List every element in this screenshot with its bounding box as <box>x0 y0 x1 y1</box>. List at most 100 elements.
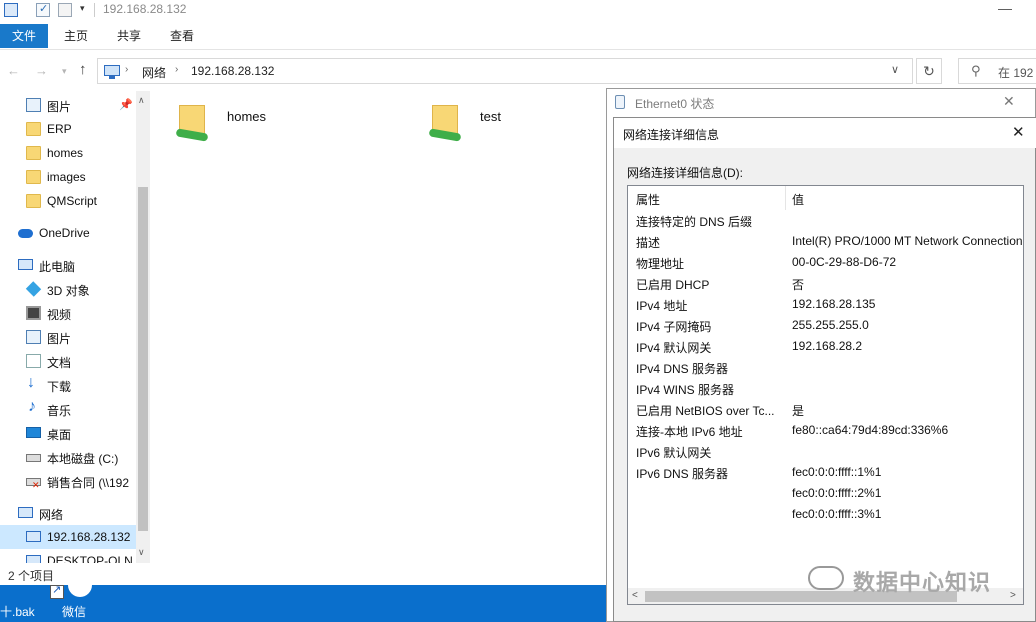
share-name: test <box>480 109 501 124</box>
sidebar-item-label: 桌面 <box>47 428 72 442</box>
onedrive-icon <box>18 229 33 238</box>
shared-folder-icon <box>428 101 462 145</box>
refresh-button[interactable]: ↻ <box>916 58 942 84</box>
chevron-left-icon[interactable]: < <box>632 590 638 601</box>
chevron-down-icon[interactable]: ∨ <box>138 547 145 558</box>
pin-icon[interactable]: 📌 <box>119 98 133 111</box>
desktop-icon-bak-label[interactable]: 十.bak <box>0 603 35 620</box>
music-icon <box>26 398 41 416</box>
sidebar-item-onedrive[interactable]: OneDrive <box>0 221 137 245</box>
list-row[interactable]: IPv4 地址 192.168.28.135 <box>628 294 1023 315</box>
column-header-property[interactable]: 属性 <box>636 191 660 208</box>
list-row[interactable]: 已启用 NetBIOS over Tc... 是 <box>628 399 1023 420</box>
sidebar-item-images[interactable]: images <box>0 165 137 189</box>
computer-icon <box>26 531 41 542</box>
sidebar-item-local-disk[interactable]: 本地磁盘 (C:) <box>0 445 137 469</box>
back-arrow-icon[interactable]: ← <box>7 63 20 78</box>
recent-locations-icon[interactable]: ▾ <box>62 66 67 77</box>
details-list-label: 网络连接详细信息(D): <box>627 166 743 180</box>
property-name: 已启用 NetBIOS over Tc... <box>636 404 775 418</box>
address-bar[interactable]: › 网络 › 192.168.28.132 ∨ <box>97 58 913 84</box>
property-name: IPv4 地址 <box>636 299 688 313</box>
sidebar-item-network[interactable]: 网络 <box>0 501 137 525</box>
sidebar-item-music[interactable]: 音乐 <box>0 397 137 421</box>
share-folder-test[interactable]: test <box>428 101 558 149</box>
sidebar-item-pictures[interactable]: 图片 <box>0 325 137 349</box>
properties-icon[interactable] <box>36 2 50 17</box>
breadcrumb-host[interactable]: 192.168.28.132 <box>191 64 274 78</box>
ribbon-tabs: 文件 主页 共享 查看 <box>0 22 1036 50</box>
scrollbar-thumb[interactable] <box>138 187 148 531</box>
new-folder-icon[interactable] <box>58 3 72 17</box>
sidebar-item-label: 192.168.28.132 <box>47 530 131 544</box>
list-row[interactable]: IPv4 DNS 服务器 <box>628 357 1023 378</box>
sidebar-item-label: 视频 <box>47 308 72 322</box>
property-name: 连接特定的 DNS 后缀 <box>636 215 753 229</box>
sidebar-item-downloads[interactable]: 下载 <box>0 373 137 397</box>
chevron-right-icon[interactable]: › <box>125 64 128 75</box>
list-row[interactable]: 描述 Intel(R) PRO/1000 MT Network Connectio… <box>628 231 1023 252</box>
sidebar-scrollbar[interactable]: ∧ ∨ <box>136 91 150 563</box>
sidebar-item-this-pc[interactable]: 此电脑 <box>0 253 137 277</box>
sidebar-item-label: ERP <box>47 122 72 136</box>
wechat-icon[interactable] <box>68 583 92 597</box>
sidebar-item-erp[interactable]: ERP <box>0 117 137 141</box>
sidebar-item-qmscript[interactable]: QMScript <box>0 189 137 213</box>
list-row[interactable]: IPv4 默认网关 192.168.28.2 <box>628 336 1023 357</box>
tab-home[interactable]: 主页 <box>64 24 88 48</box>
share-folder-homes[interactable]: homes <box>175 101 305 149</box>
computer-icon[interactable] <box>4 3 18 17</box>
wechat-logo-icon <box>808 566 844 590</box>
sidebar-item-videos[interactable]: 视频 <box>0 301 137 325</box>
list-header: 属性 值 <box>628 186 1023 210</box>
close-icon[interactable]: ✕ <box>1003 93 1015 110</box>
list-row[interactable]: IPv6 DNS 服务器 fec0:0:0:ffff::1%1 <box>628 462 1023 483</box>
this-pc-icon <box>18 259 33 270</box>
sidebar-item-documents[interactable]: 文档 <box>0 349 137 373</box>
chevron-up-icon[interactable]: ∧ <box>138 95 145 106</box>
sidebar-item-desktop[interactable]: 桌面 <box>0 421 137 445</box>
list-row[interactable]: 连接-本地 IPv6 地址 fe80::ca64:79d4:89cd:336%6 <box>628 420 1023 441</box>
customize-quick-access-icon[interactable]: ▾ <box>80 3 85 14</box>
property-value: 192.168.28.135 <box>792 297 876 311</box>
documents-icon <box>26 354 41 368</box>
3d-objects-icon <box>25 281 42 297</box>
folder-icon <box>26 194 41 208</box>
forward-arrow-icon[interactable]: → <box>35 63 48 78</box>
list-row[interactable]: 已启用 DHCP 否 <box>628 273 1023 294</box>
list-row[interactable]: IPv4 子网掩码 255.255.255.0 <box>628 315 1023 336</box>
property-value: Intel(R) PRO/1000 MT Network Connection <box>792 234 1023 248</box>
property-name: IPv6 DNS 服务器 <box>636 467 729 481</box>
status-bar: 2 个项目 <box>0 563 606 585</box>
column-header-value[interactable]: 值 <box>792 191 804 208</box>
list-row[interactable]: fec0:0:0:ffff::3%1 <box>628 504 1023 525</box>
tab-share[interactable]: 共享 <box>117 24 141 48</box>
sidebar-item-desktop-oln[interactable]: DESKTOP-OLN <box>0 549 137 563</box>
sidebar-item-homes[interactable]: homes <box>0 141 137 165</box>
up-arrow-icon[interactable]: ↑ <box>79 61 87 78</box>
minimize-icon[interactable]: — <box>998 0 1012 16</box>
sidebar-item-network-drive[interactable]: 销售合同 (\\192 <box>0 469 137 493</box>
chevron-down-icon[interactable]: ∨ <box>891 63 899 76</box>
close-icon[interactable]: ✕ <box>1012 123 1025 141</box>
property-value: 192.168.28.2 <box>792 339 863 353</box>
sidebar-item-pictures-pinned[interactable]: 图片 📌 <box>0 93 137 117</box>
column-divider[interactable] <box>785 186 786 210</box>
sidebar-item-label: homes <box>47 146 84 160</box>
search-input[interactable]: ⚲ 在 192 <box>958 58 1036 84</box>
list-row[interactable]: 物理地址 00-0C-29-88-D6-72 <box>628 252 1023 273</box>
list-row[interactable]: 连接特定的 DNS 后缀 <box>628 210 1023 231</box>
desktop-icon-wechat-label[interactable]: 微信 <box>62 603 86 620</box>
tab-file[interactable]: 文件 <box>0 24 48 48</box>
property-name: IPv4 WINS 服务器 <box>636 383 735 397</box>
desktop-background: 十.bak 微信 <box>0 583 606 622</box>
list-row[interactable]: fec0:0:0:ffff::2%1 <box>628 483 1023 504</box>
sidebar-item-host-selected[interactable]: 192.168.28.132 <box>0 525 137 549</box>
sidebar-item-3d-objects[interactable]: 3D 对象 <box>0 277 137 301</box>
list-row[interactable]: IPv6 默认网关 <box>628 441 1023 462</box>
breadcrumb-network[interactable]: 网络 <box>142 64 166 81</box>
list-row[interactable]: IPv4 WINS 服务器 <box>628 378 1023 399</box>
chevron-right-icon[interactable]: › <box>175 64 178 75</box>
tab-view[interactable]: 查看 <box>170 24 194 48</box>
details-list[interactable]: 属性 值 连接特定的 DNS 后缀 描述 Intel(R) PRO/1000 MT… <box>627 185 1024 605</box>
